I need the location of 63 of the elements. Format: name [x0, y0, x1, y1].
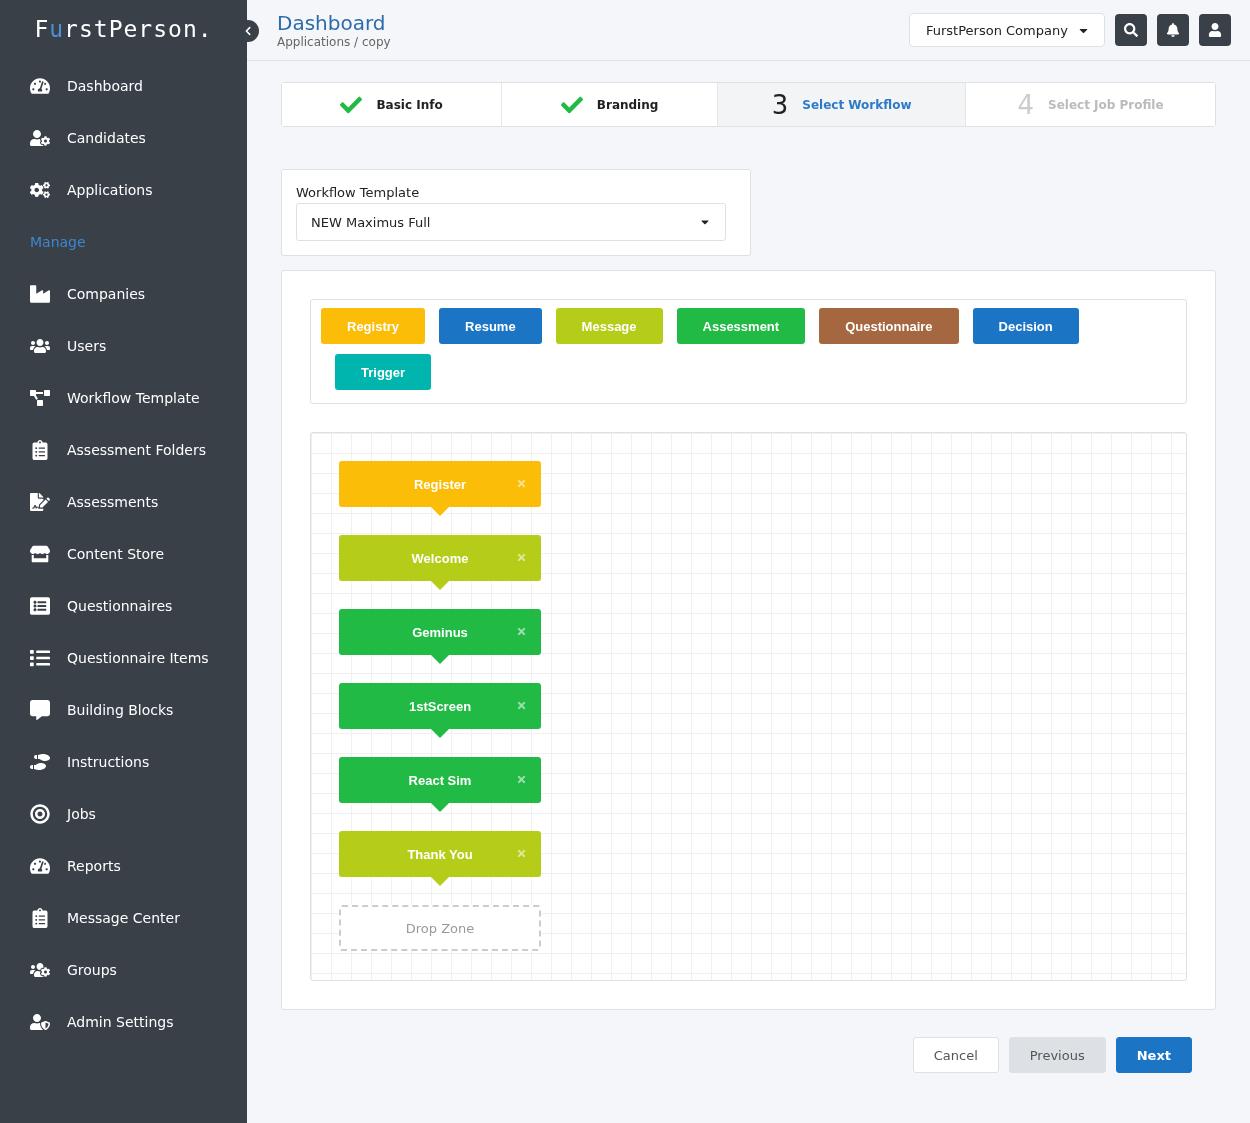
breadcrumb: Applications / copy	[277, 35, 391, 49]
document-icon	[30, 492, 50, 512]
sidebar-item[interactable]: Companies	[0, 268, 247, 320]
sidebar-item[interactable]: Dashboard	[0, 60, 247, 112]
block-button[interactable]: Questionnaire	[819, 308, 959, 344]
close-icon[interactable]	[516, 478, 527, 489]
clipboard-icon	[30, 440, 50, 460]
list-icon	[30, 648, 50, 668]
close-icon[interactable]	[516, 848, 527, 859]
close-icon[interactable]	[516, 626, 527, 637]
gears-icon	[30, 180, 50, 200]
sidebar-item[interactable]: Assessments	[0, 476, 247, 528]
sidebar-item[interactable]: Assessment Folders	[0, 424, 247, 476]
people-icon	[30, 336, 50, 356]
search-icon	[1124, 23, 1138, 37]
block-button[interactable]: Decision	[972, 308, 1079, 344]
clipboard-icon	[30, 908, 50, 928]
chevron-icon	[243, 26, 253, 36]
sidebar-item[interactable]: Applications	[0, 164, 247, 216]
sidebar-item[interactable]: Workflow Template	[0, 372, 247, 424]
sidebar-item[interactable]: Admin Settings	[0, 996, 247, 1048]
sidebar-item[interactable]: Groups	[0, 944, 247, 996]
store-icon	[30, 544, 50, 564]
footer-button[interactable]: Cancel	[912, 1037, 999, 1073]
notifications-button[interactable]	[1157, 14, 1189, 46]
profile-button[interactable]	[1199, 14, 1231, 46]
gauge-icon	[30, 76, 50, 96]
logo: Fu rstPerson.	[33, 15, 214, 44]
page-title: Dashboard	[277, 11, 387, 35]
section-heading: Manage	[29, 233, 87, 252]
factory-icon	[30, 284, 50, 304]
sidebar-item[interactable]: Questionnaires	[0, 580, 247, 632]
target-icon	[30, 804, 50, 824]
sidebar-item[interactable]: Reports	[0, 840, 247, 892]
sidebar-item[interactable]: Questionnaire Items	[0, 632, 247, 684]
close-icon[interactable]	[516, 774, 527, 785]
person-icon	[1208, 23, 1222, 37]
wizard-step[interactable]: 3 Select Workflow	[718, 83, 967, 126]
chat-icon	[30, 700, 50, 720]
list-icon	[30, 596, 50, 616]
next-button[interactable]: Next	[1115, 1037, 1192, 1073]
company-dropdown[interactable]: FurstPerson Company	[909, 13, 1105, 47]
footprints-icon	[30, 752, 50, 772]
people-gear-icon	[30, 960, 50, 980]
wizard-step[interactable]: Basic Info	[282, 83, 503, 126]
diagram-icon	[30, 388, 50, 408]
template-select[interactable]: NEW Maximus Full	[296, 203, 726, 241]
close-icon[interactable]	[516, 700, 527, 711]
field-label: Workflow Template	[296, 185, 421, 200]
search-button[interactable]	[1115, 14, 1147, 46]
sidebar-item[interactable]: Candidates	[0, 112, 247, 164]
bell-icon	[1166, 23, 1180, 37]
sidebar-item[interactable]: Content Store	[0, 528, 247, 580]
close-icon[interactable]	[516, 552, 527, 563]
sidebar-item[interactable]: Instructions	[0, 736, 247, 788]
sidebar-item[interactable]: Message Center	[0, 892, 247, 944]
person-gear-icon	[30, 128, 50, 148]
sidebar-item[interactable]: Jobs	[0, 788, 247, 840]
gauge-icon	[30, 856, 50, 876]
shield-person-icon	[30, 1012, 50, 1032]
block-button[interactable]: Resume	[439, 308, 542, 344]
sidebar-item[interactable]: Building Blocks	[0, 684, 247, 736]
sidebar-item[interactable]: Users	[0, 320, 247, 372]
